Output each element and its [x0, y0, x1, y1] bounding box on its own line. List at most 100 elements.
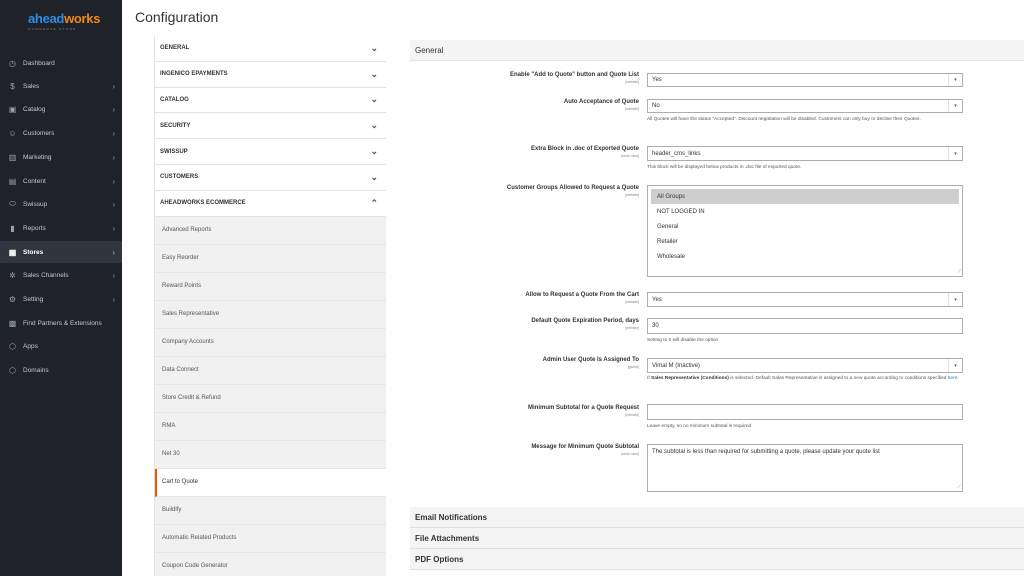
sidebar-item-stores[interactable]: ▦ Stores ›	[0, 241, 122, 263]
tab-section-ingenico-epayments[interactable]: INGENICO EPAYMENTS ⌄	[155, 62, 386, 88]
min-message-textarea[interactable]: The subtotal is less than required for s…	[647, 444, 963, 492]
chevron-right-icon: ›	[112, 223, 115, 233]
aheadworks-logo[interactable]: aheadworks COMMERCE STORE	[28, 10, 100, 31]
enable-quote-select[interactable]: Yes ▾	[647, 73, 963, 87]
resize-handle-icon[interactable]: ⟋	[957, 484, 961, 490]
sidebar-item-domains[interactable]: ⬡ Domains	[0, 359, 122, 381]
section-title: Email Notifications	[415, 512, 488, 522]
logo-subtitle: COMMERCE STORE	[28, 27, 77, 31]
sidebar-item-label: Reports	[23, 224, 46, 232]
enable-quote-scope: [website]	[625, 80, 639, 84]
sidebar-item-label: Marketing	[23, 153, 52, 161]
section-pdf-options[interactable]: PDF Options	[410, 549, 1024, 570]
group-option[interactable]: Retailer	[651, 234, 959, 249]
tab-item-buildify[interactable]: Buildify	[155, 496, 386, 525]
here-link[interactable]: here	[948, 376, 958, 381]
swissup-icon: ⬭	[9, 199, 16, 208]
cart-quote-value: Yes	[652, 296, 662, 303]
config-tabs: GENERAL ⌄ INGENICO EPAYMENTS ⌄ CATALOG ⌄ SECUR…	[154, 36, 386, 576]
chevron-down-icon: ▾	[948, 100, 962, 112]
tab-section-general[interactable]: GENERAL ⌄	[155, 36, 386, 62]
min-message-scope: [store view]	[621, 452, 639, 456]
tab-section-label: SECURITY	[160, 122, 191, 129]
expiration-scope: [website]	[625, 326, 639, 330]
admin-user-value: Vimal M (Inactive)	[652, 362, 700, 369]
chevron-right-icon: ›	[112, 199, 115, 209]
sidebar-item-marketing[interactable]: ▥ Marketing ›	[0, 146, 122, 168]
gear-icon: ⚙	[8, 294, 17, 304]
page-title: Configuration	[135, 9, 219, 25]
admin-user-select[interactable]: Vimal M (Inactive) ▾	[647, 358, 963, 373]
cart-quote-select[interactable]: Yes ▾	[647, 292, 963, 307]
tab-item-data-connect[interactable]: Data Connect	[155, 356, 386, 385]
section-title: PDF Options	[415, 554, 464, 564]
note-bold: Sales Representative (Conditions)	[651, 376, 729, 381]
partners-icon: ▩	[8, 318, 17, 328]
chevron-right-icon: ›	[112, 294, 115, 304]
section-file-attachments[interactable]: File Attachments	[410, 528, 1024, 549]
expiration-label: Default Quote Expiration Period, days	[531, 318, 639, 324]
admin-sidebar: aheadworks COMMERCE STORE ◷ Dashboard $ Sal…	[0, 0, 122, 576]
chevron-down-icon: ▾	[948, 74, 962, 86]
enable-quote-value: Yes	[652, 77, 662, 83]
min-subtotal-input[interactable]	[647, 404, 963, 420]
section-email-notifications[interactable]: Email Notifications	[410, 507, 1024, 528]
chevron-right-icon: ›	[112, 152, 115, 162]
tab-item-store-credit-refund[interactable]: Store Credit & Refund	[155, 384, 386, 413]
tab-item-automatic-related-products[interactable]: Automatic Related Products	[155, 524, 386, 553]
extra-block-value: header_cms_links	[652, 150, 701, 157]
tab-item-easy-reorder[interactable]: Easy Reorder	[155, 244, 386, 273]
tab-section-customers[interactable]: CUSTOMERS ⌄	[155, 165, 386, 191]
auto-accept-value: No	[652, 103, 660, 109]
tab-item-cart-to-quote[interactable]: Cart to Quote	[155, 468, 386, 497]
min-subtotal-note: Leave empty, so no minimum subtotal is r…	[647, 424, 752, 429]
sidebar-item-apps[interactable]: ⬡ Apps	[0, 335, 122, 357]
chevron-down-icon: ▾	[948, 147, 962, 160]
auto-accept-select[interactable]: No ▾	[647, 99, 963, 113]
customers-icon: ☺	[8, 128, 17, 138]
tab-item-company-accounts[interactable]: Company Accounts	[155, 328, 386, 357]
min-subtotal-label: Minimum Subtotal for a Quote Request	[527, 405, 639, 411]
sidebar-item-setting[interactable]: ⚙ Setting ›	[0, 288, 122, 310]
extra-block-select[interactable]: header_cms_links ▾	[647, 146, 963, 161]
tab-item-reward-points[interactable]: Reward Points	[155, 272, 386, 301]
resize-handle-icon[interactable]: ⟋	[957, 269, 961, 275]
auto-accept-scope: [website]	[625, 107, 639, 111]
chevron-down-icon: ⌄	[370, 146, 378, 157]
tab-section-catalog[interactable]: CATALOG ⌄	[155, 88, 386, 114]
sidebar-item-dashboard[interactable]: ◷ Dashboard	[0, 52, 122, 74]
chevron-down-icon: ⌄	[370, 42, 378, 53]
tab-section-swissup[interactable]: SWISSUP ⌄	[155, 139, 386, 165]
customer-groups-multiselect[interactable]: All Groups NOT LOGGED IN General Retailer Wh…	[647, 185, 963, 277]
dashboard-icon: ◷	[9, 58, 16, 68]
group-option[interactable]: General	[651, 219, 959, 234]
sidebar-item-label: Domains	[23, 366, 49, 374]
tab-section-label: AHEADWORKS ECOMMERCE	[160, 200, 246, 207]
tab-item-coupon-code-generator[interactable]: Coupon Code Generator	[155, 552, 386, 576]
sidebar-item-reports[interactable]: ▮ Reports ›	[0, 217, 122, 239]
sidebar-item-label: Find Partners & Extensions	[23, 319, 102, 327]
sidebar-item-catalog[interactable]: ▣ Catalog ›	[0, 98, 122, 120]
sidebar-item-sales[interactable]: $ Sales ›	[0, 75, 122, 97]
sales-channels-icon: ✲	[9, 270, 16, 280]
extra-block-label: Extra Block in .doc of Exported Quote	[530, 146, 639, 152]
group-option[interactable]: Wholesale	[651, 249, 959, 264]
group-option[interactable]: NOT LOGGED IN	[651, 204, 959, 219]
sidebar-item-swissup[interactable]: ⬭ Swissup ›	[0, 193, 122, 215]
sidebar-item-label: Swissup	[23, 200, 48, 208]
chevron-right-icon: ›	[112, 128, 115, 138]
admin-user-note: If Sales Representative (Conditions) is …	[647, 376, 963, 382]
tab-item-sales-representative[interactable]: Sales Representative	[155, 300, 386, 329]
tab-section-aheadworks-ecommerce[interactable]: AHEADWORKS ECOMMERCE ⌃	[155, 191, 386, 217]
sidebar-item-find-partners-extensions[interactable]: ▩ Find Partners & Extensions	[0, 312, 122, 334]
sidebar-item-content[interactable]: ▤ Content ›	[0, 170, 122, 192]
sidebar-item-sales-channels[interactable]: ✲ Sales Channels ›	[0, 264, 122, 286]
tab-item-rma[interactable]: RMA	[155, 412, 386, 441]
expiration-input[interactable]: 30	[647, 318, 963, 334]
sidebar-item-customers[interactable]: ☺ Customers ›	[0, 122, 122, 144]
tab-item-advanced-reports[interactable]: Advanced Reports	[155, 216, 386, 245]
tab-section-security[interactable]: SECURITY ⌄	[155, 113, 386, 140]
group-option[interactable]: All Groups	[651, 189, 959, 204]
tab-item-net-30[interactable]: Net 30	[155, 440, 386, 469]
stores-icon: ▦	[8, 247, 17, 257]
